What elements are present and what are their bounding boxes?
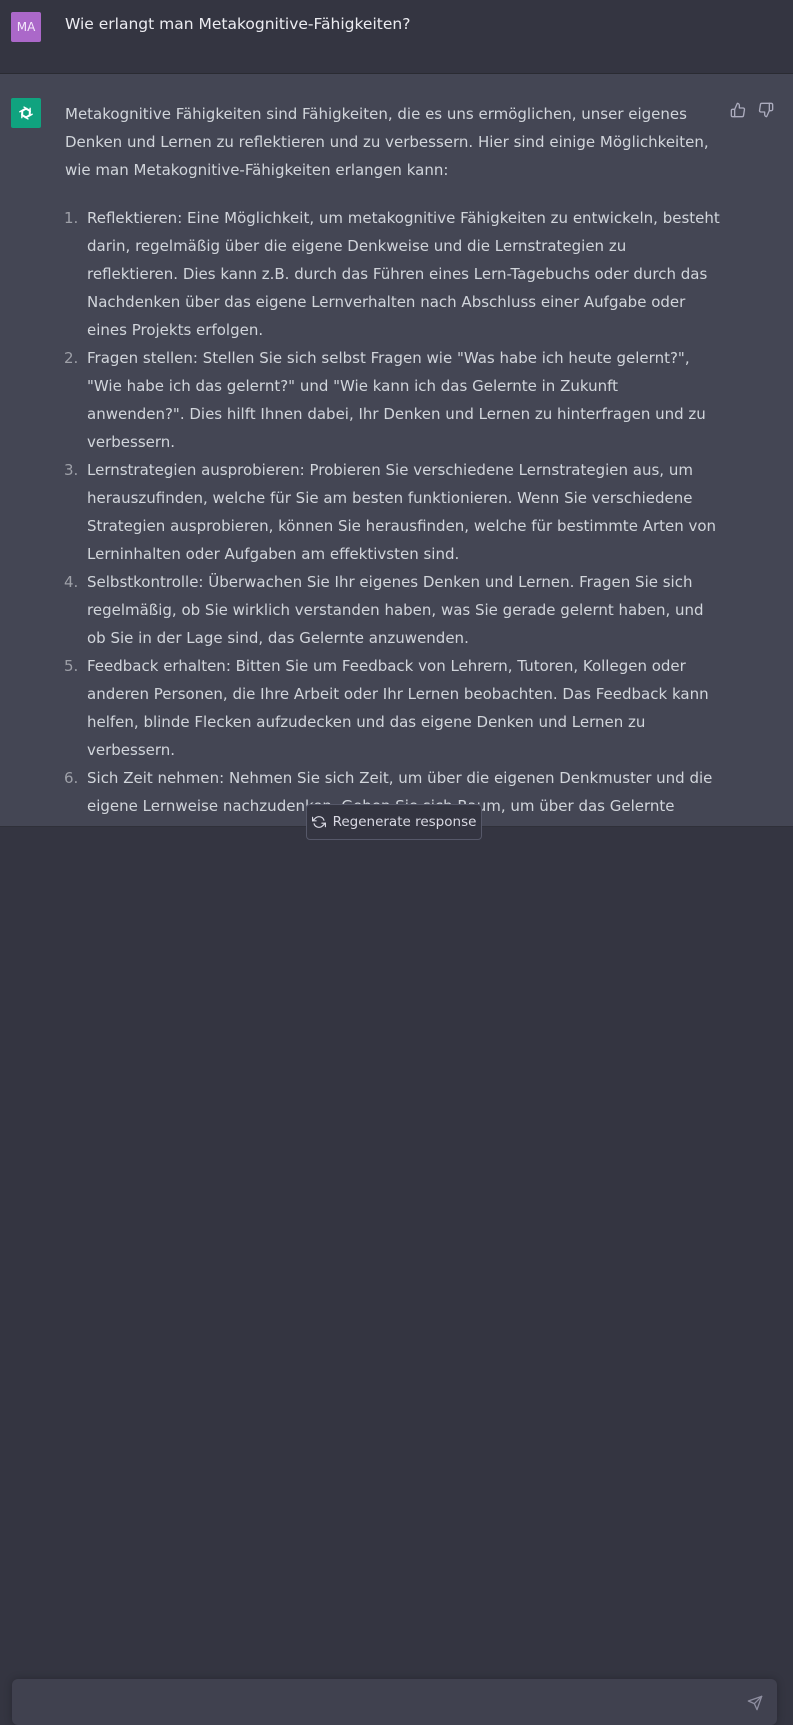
user-avatar: MA: [11, 12, 41, 42]
list-number: 5.: [64, 657, 79, 675]
assistant-message-content: Metakognitive Fähigkeiten sind Fähigkeit…: [64, 100, 720, 876]
thumbs-up-icon: [730, 102, 746, 118]
list-item: 3. Lernstrategien ausprobieren: Probieren…: [64, 456, 720, 568]
list-number: 1.: [64, 209, 79, 227]
list-item: 5. Feedback erhalten: Bitten Sie um Feedb…: [64, 652, 720, 764]
send-button[interactable]: [745, 1693, 765, 1713]
assistant-intro: Metakognitive Fähigkeiten sind Fähigkeit…: [65, 105, 709, 179]
openai-logo-icon: [19, 106, 33, 120]
list-item: 2. Fragen stellen: Stellen Sie sich selbs…: [64, 344, 720, 456]
message-input-box: [12, 1679, 777, 1725]
list-number: 4.: [64, 573, 79, 591]
assistant-avatar: [11, 98, 41, 128]
send-icon: [747, 1695, 763, 1711]
list-number: 6.: [64, 769, 79, 787]
list-number: 2.: [64, 349, 79, 367]
list-text: Selbstkontrolle: Überwachen Sie Ihr eige…: [87, 573, 704, 647]
list-number: 3.: [64, 461, 79, 479]
message-input[interactable]: [26, 1691, 730, 1717]
refresh-icon: [311, 816, 326, 828]
regenerate-response-button[interactable]: Regenerate response: [306, 804, 482, 840]
list-text: Reflektieren: Eine Möglichkeit, um metak…: [87, 209, 720, 339]
assistant-list: 1. Reflektieren: Eine Möglichkeit, um met…: [64, 204, 720, 876]
list-item: 1. Reflektieren: Eine Möglichkeit, um met…: [64, 204, 720, 344]
assistant-message-row: Metakognitive Fähigkeiten sind Fähigkeit…: [0, 74, 793, 871]
thumbs-down-button[interactable]: [756, 100, 776, 120]
user-message-text: Wie erlangt man Metakognitive-Fähigkeite…: [65, 15, 411, 33]
list-text: Fragen stellen: Stellen Sie sich selbst …: [87, 349, 706, 451]
list-text: Feedback erhalten: Bitten Sie um Feedbac…: [87, 657, 709, 759]
thumbs-up-button[interactable]: [728, 100, 748, 120]
thumbs-down-icon: [758, 102, 774, 118]
list-item: 4. Selbstkontrolle: Überwachen Sie Ihr ei…: [64, 568, 720, 652]
list-text: Lernstrategien ausprobieren: Probieren S…: [87, 461, 717, 563]
regenerate-label: Regenerate response: [332, 814, 477, 830]
user-message-row: MA Wie erlangt man Metakognitive-Fähigke…: [0, 0, 793, 74]
